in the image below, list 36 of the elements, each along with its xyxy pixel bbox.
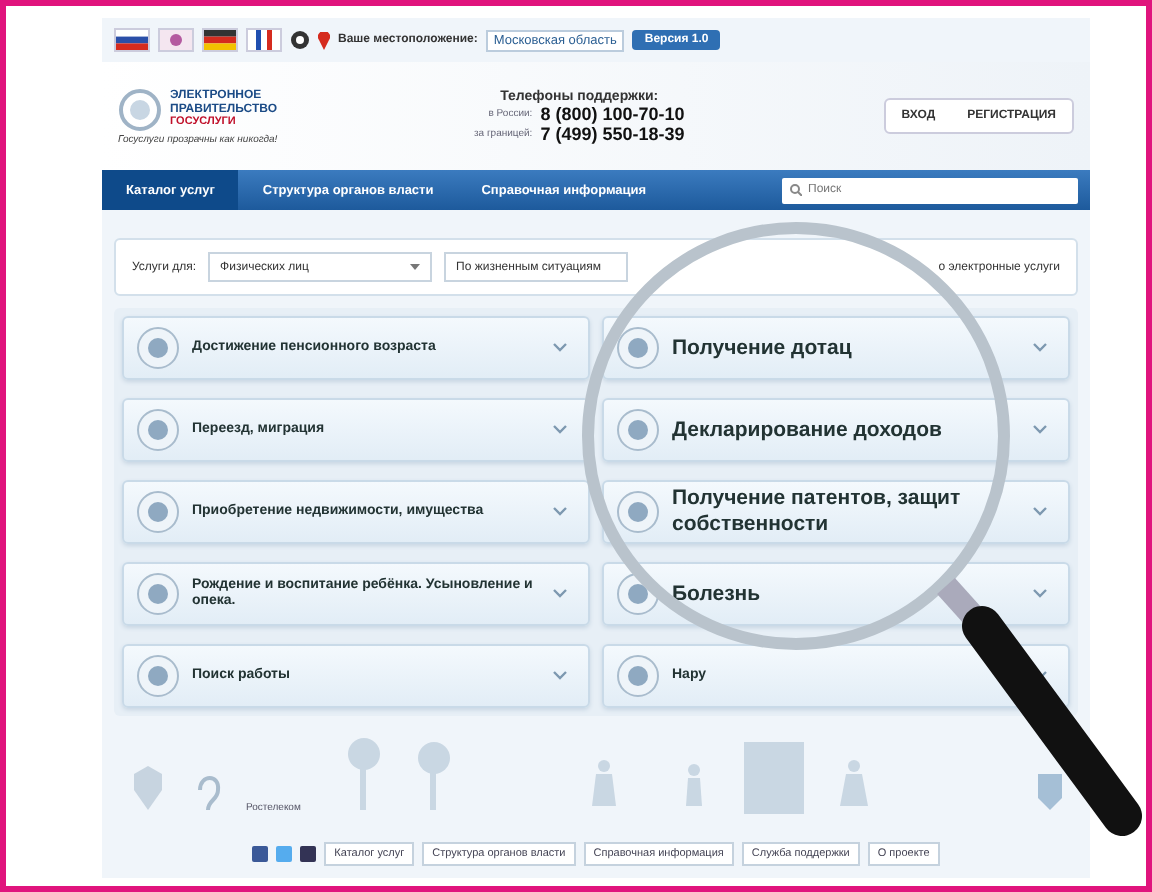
chevron-down-icon xyxy=(552,424,568,436)
flag-icon[interactable] xyxy=(202,28,238,52)
chevron-down-icon xyxy=(552,588,568,600)
service-icon xyxy=(616,654,660,698)
service-icon xyxy=(616,326,660,370)
flag-icon[interactable] xyxy=(114,28,150,52)
chevron-down-icon xyxy=(552,342,568,354)
logo-emblem-icon xyxy=(118,87,162,131)
chevron-down-icon xyxy=(1032,342,1048,354)
service-card[interactable]: Получение патентов, защит собственности xyxy=(602,480,1070,544)
service-title: Декларирование доходов xyxy=(672,417,944,443)
service-title: Получение патентов, защит собственности xyxy=(672,486,963,538)
service-card[interactable]: Получение дотац xyxy=(602,316,1070,380)
flag-icon[interactable] xyxy=(246,28,282,52)
flag-icon[interactable] xyxy=(158,28,194,52)
service-icon xyxy=(136,490,180,534)
service-icon xyxy=(136,326,180,370)
location-pin-icon xyxy=(318,31,330,49)
phone-number: 7 (499) 550-18-39 xyxy=(540,123,685,143)
chevron-down-icon xyxy=(552,670,568,682)
service-icon xyxy=(616,572,660,616)
service-icon xyxy=(136,572,180,616)
service-icon xyxy=(616,408,660,452)
chevron-down-icon xyxy=(552,506,568,518)
service-icon xyxy=(136,408,180,452)
service-card[interactable]: Декларирование доходов xyxy=(602,398,1070,462)
chevron-down-icon xyxy=(1032,506,1048,518)
chevron-down-icon xyxy=(1032,424,1048,436)
phone-number: 8 (800) 100-70-10 xyxy=(540,103,685,123)
caret-icon xyxy=(410,264,421,270)
service-icon xyxy=(136,654,180,698)
service-title: Болезнь xyxy=(672,581,763,607)
service-title: Получение дотац xyxy=(672,335,854,361)
service-icon xyxy=(616,490,660,534)
chevron-down-icon xyxy=(1032,588,1048,600)
regional-emblem-icon xyxy=(1034,770,1066,814)
